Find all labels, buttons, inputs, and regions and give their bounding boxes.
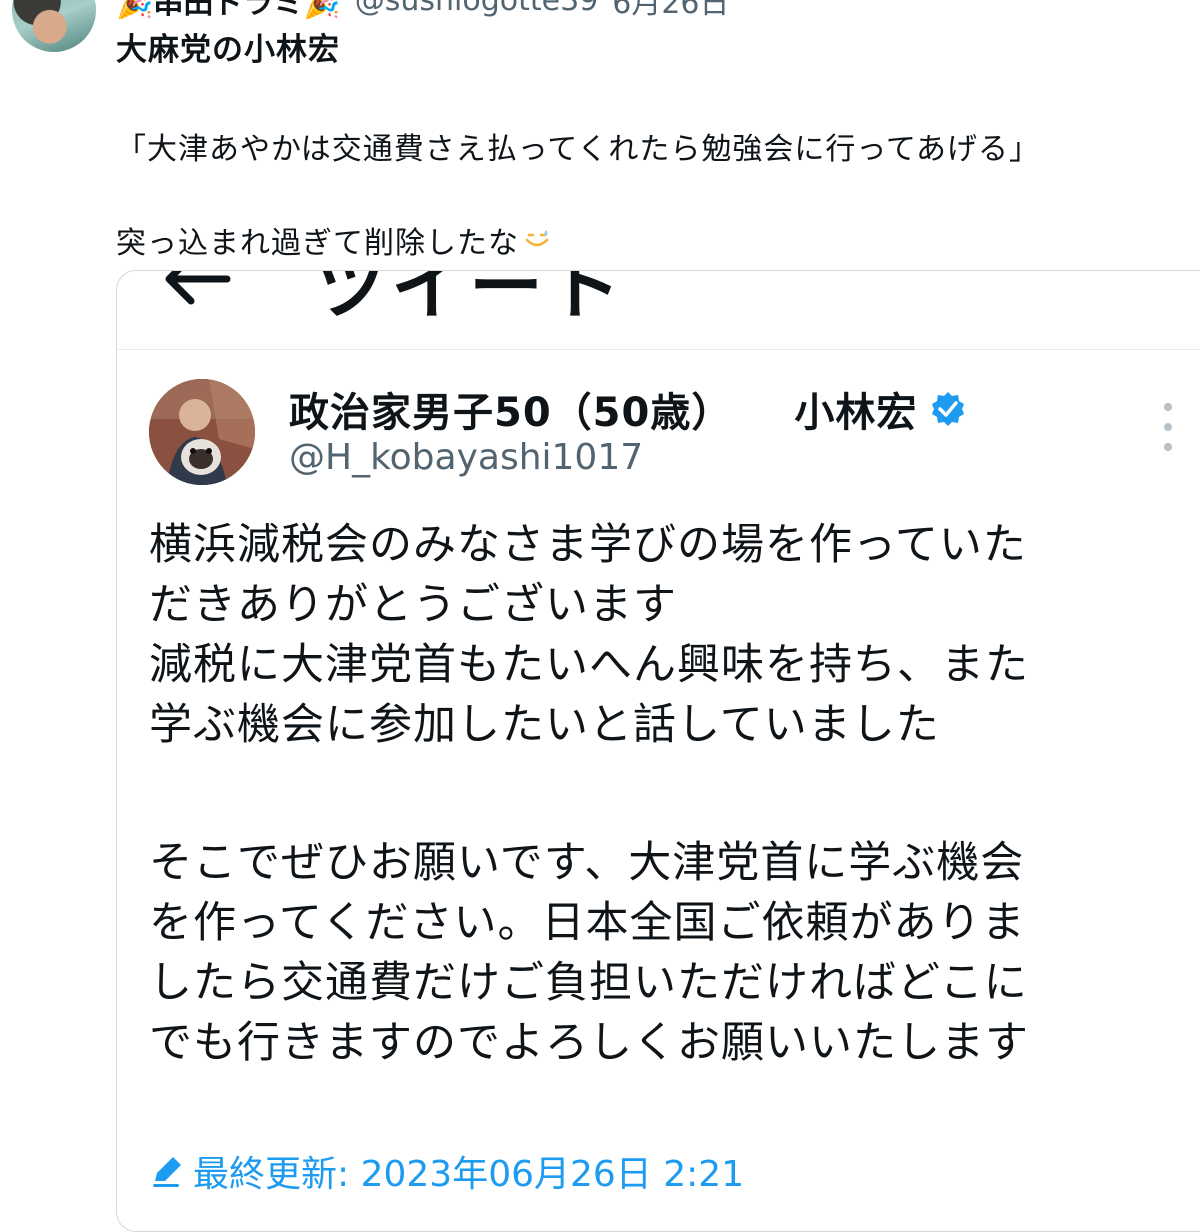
quoted-author-handle: @H_kobayashi1017: [289, 437, 644, 478]
screenshot-topbar: ツイート: [117, 271, 1200, 350]
quoted-author-realname: 小林宏: [794, 390, 918, 436]
body-line: 横浜減税会のみなさま学びの場を作っていた: [149, 520, 1027, 570]
quoted-author-name: 政治家男子50（50歳） 小林宏: [289, 381, 967, 437]
tweet-text-comment: 突っ込まれ過ぎて削除したな: [116, 218, 551, 262]
arrow-left-icon: [165, 271, 231, 305]
body-line: したら交通費だけご負担いただければどこに: [149, 958, 1028, 1008]
pencil-icon: [153, 1157, 181, 1187]
tweet-date[interactable]: 6月26日: [612, 0, 729, 22]
body-line: 減税に大津党首もたいへん興味を持ち、また: [149, 640, 1029, 690]
tweet-text-quote: 「大津あやかは交通費さえ払ってくれたら勉強会に行ってあげる」: [116, 132, 1040, 167]
tweet-text-title: 大麻党の小林宏: [116, 32, 340, 68]
body-line: 学ぶ機会に参加したいと話していました: [149, 700, 940, 750]
body-line: そこでぜひお願いです、大津党首に学ぶ機会: [149, 838, 1025, 888]
author-name[interactable]: 🎉串田ドラミ🎉: [116, 0, 341, 22]
quoted-screenshot-image[interactable]: ツイート 政治家男子50（50歳） 小林宏 @H_kobayashi1017 横…: [116, 270, 1200, 1232]
more-options-icon: [1157, 403, 1179, 451]
quoted-tweet-body: 横浜減税会のみなさま学びの場を作っていた だきありがとうございます 減税に大津党…: [149, 515, 1200, 1073]
last-updated-label: 最終更新: 2023年06月26日 2:21: [193, 1154, 745, 1195]
body-line: を作ってください。日本全国ご依頼がありま: [149, 898, 1026, 948]
avatar-photo: [149, 379, 255, 485]
last-updated-row: 最終更新: 2023年06月26日 2:21: [149, 1141, 744, 1201]
body-line: でも行きますのでよろしくお願いいたします: [149, 1018, 1029, 1068]
body-line: だきありがとうございます: [149, 580, 677, 630]
party-popper-icon: 🎉: [303, 0, 341, 21]
tweet-header: 🎉串田ドラミ🎉 @sushiogotte39 6月26日: [116, 0, 1196, 22]
screenshot-topbar-title: ツイート: [313, 270, 625, 330]
party-popper-icon: 🎉: [116, 0, 154, 21]
sweat-smile-icon: [525, 230, 549, 247]
author-handle[interactable]: @sushiogotte39: [355, 0, 599, 18]
comment-text: 突っ込まれ過ぎて削除したな: [116, 226, 519, 261]
verified-badge-icon: [932, 392, 965, 426]
quoted-author-avatar: [149, 379, 255, 485]
body-line-blank: [149, 755, 1200, 833]
author-avatar[interactable]: [12, 0, 96, 52]
quoted-author-display: 政治家男子50（50歳）: [289, 390, 733, 436]
